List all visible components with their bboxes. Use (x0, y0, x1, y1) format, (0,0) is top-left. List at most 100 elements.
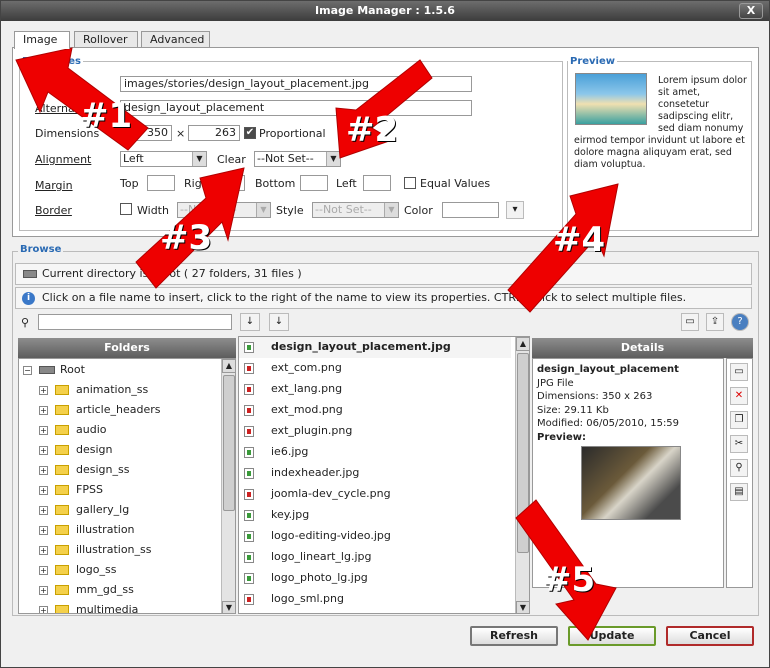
expand-icon[interactable]: + (39, 406, 48, 415)
color-picker-button[interactable]: ▾ (506, 201, 524, 219)
new-folder-icon[interactable]: ▭ (681, 313, 699, 331)
tab-advanced[interactable]: Advanced (141, 31, 210, 48)
border-width-select[interactable]: --Not Set-- ▼ (177, 202, 271, 218)
files-scroll-thumb[interactable] (517, 353, 529, 553)
folder-icon (55, 485, 69, 495)
file-item[interactable]: ext_mod.png (239, 400, 511, 421)
folder-label: FPSS (76, 483, 103, 496)
details-pane: design_layout_placement JPG File Dimensi… (532, 358, 724, 588)
folder-icon (55, 565, 69, 575)
info-text: Click on a file name to insert, click to… (42, 291, 687, 304)
file-name: logo_sml.png (271, 592, 344, 605)
details-modified: Modified: 06/05/2010, 15:59 (537, 418, 680, 429)
chevron-down-icon: ▼ (384, 203, 398, 217)
upload-icon[interactable]: ⇪ (706, 313, 724, 331)
expand-icon[interactable]: + (39, 586, 48, 595)
info-icon: i (22, 292, 35, 305)
sort-files-icon[interactable]: ↓ (269, 313, 289, 331)
alignment-select[interactable]: Left ▼ (120, 151, 207, 167)
file-item[interactable]: logo_sml.png (239, 589, 511, 610)
properties-icon[interactable]: ▤ (730, 483, 748, 501)
expand-icon[interactable]: + (39, 486, 48, 495)
expand-icon[interactable]: + (39, 386, 48, 395)
scroll-up-icon[interactable]: ▲ (516, 337, 529, 351)
insert-icon[interactable]: ▭ (730, 363, 748, 381)
alt-input[interactable]: design_layout_placement (120, 100, 472, 116)
file-item[interactable]: ext_com.png (239, 358, 511, 379)
collapse-icon[interactable]: − (23, 366, 32, 375)
expand-icon[interactable]: + (39, 546, 48, 555)
expand-icon[interactable]: + (39, 446, 48, 455)
margin-left-input[interactable] (363, 175, 391, 191)
delete-icon[interactable]: ✕ (730, 387, 748, 405)
proportional-checkbox[interactable]: ✔ (244, 127, 256, 139)
jpg-file-icon (244, 342, 254, 353)
png-file-icon (244, 405, 254, 416)
scroll-down-icon[interactable]: ▼ (516, 601, 529, 613)
cancel-button[interactable]: Cancel (666, 626, 754, 646)
file-item[interactable]: design_layout_placement.jpg (239, 337, 511, 358)
close-button[interactable]: X (739, 3, 763, 19)
file-item[interactable]: logo_photo_lg.jpg (239, 568, 511, 589)
folder-label: illustration_ss (76, 543, 152, 556)
jpg-file-icon (244, 531, 254, 542)
file-item[interactable]: logo-editing-video.jpg (239, 526, 511, 547)
folder-label: gallery_lg (76, 503, 130, 516)
file-item[interactable]: indexheader.jpg (239, 463, 511, 484)
folders-scrollbar[interactable]: ▲ ▼ (221, 359, 235, 613)
url-input[interactable]: images/stories/design_layout_placement.j… (120, 76, 472, 92)
border-style-select[interactable]: --Not Set-- ▼ (312, 202, 399, 218)
drive-icon (39, 366, 55, 374)
dimensions-label: Dimensions (35, 127, 100, 140)
border-color-input[interactable] (442, 202, 499, 218)
file-name: logo_photo_lg.jpg (271, 571, 368, 584)
height-input[interactable]: 263 (188, 125, 240, 141)
filter-input[interactable] (38, 314, 232, 330)
file-item[interactable]: ext_lang.png (239, 379, 511, 400)
cut-icon[interactable]: ✂ (730, 435, 748, 453)
files-scrollbar[interactable]: ▲ ▼ (515, 337, 529, 613)
refresh-button[interactable]: Refresh (470, 626, 558, 646)
tab-rollover[interactable]: Rollover (74, 31, 138, 48)
zoom-icon[interactable]: ⚲ (730, 459, 748, 477)
update-button[interactable]: Update (568, 626, 656, 646)
margin-right-input[interactable]: 20 (216, 175, 245, 191)
tab-panel: Properties URL images/stories/design_lay… (12, 47, 759, 237)
expand-icon[interactable]: + (39, 506, 48, 515)
file-item[interactable]: key.jpg (239, 505, 511, 526)
tab-image[interactable]: Image (14, 31, 70, 49)
expand-icon[interactable]: + (39, 466, 48, 475)
folders-scroll-thumb[interactable] (223, 375, 235, 511)
expand-icon[interactable]: + (39, 426, 48, 435)
png-file-icon (244, 363, 254, 374)
margin-top-input[interactable] (147, 175, 175, 191)
sort-folders-icon[interactable]: ↓ (240, 313, 260, 331)
alignment-value: Left (123, 152, 144, 165)
width-input[interactable]: 350 (120, 125, 172, 141)
folder-label: design_ss (76, 463, 130, 476)
clear-select[interactable]: --Not Set-- ▼ (254, 151, 341, 167)
border-checkbox[interactable] (120, 203, 132, 215)
details-size: Size: 29.11 Kb (537, 404, 609, 416)
file-name: ext_lang.png (271, 382, 343, 395)
folder-icon (55, 525, 69, 535)
png-file-icon (244, 426, 254, 437)
copy-icon[interactable]: ❐ (730, 411, 748, 429)
scroll-down-icon[interactable]: ▼ (222, 601, 235, 613)
file-item[interactable]: logo_lineart_lg.jpg (239, 547, 511, 568)
equal-values-checkbox[interactable] (404, 177, 416, 189)
details-dimensions: Dimensions: 350 x 263 (537, 391, 653, 402)
expand-icon[interactable]: + (39, 606, 48, 613)
file-item[interactable]: ie6.jpg (239, 442, 511, 463)
jpg-file-icon (244, 447, 254, 458)
scroll-up-icon[interactable]: ▲ (222, 359, 235, 373)
png-file-icon (244, 384, 254, 395)
file-item[interactable]: ext_plugin.png (239, 421, 511, 442)
file-item[interactable]: joomla-dev_cycle.png (239, 484, 511, 505)
margin-bottom-input[interactable] (300, 175, 328, 191)
expand-icon[interactable]: + (39, 526, 48, 535)
help-icon[interactable]: ? (731, 313, 749, 331)
expand-icon[interactable]: + (39, 566, 48, 575)
folder-label: illustration (76, 523, 135, 536)
alt-label: Alternate Text (35, 102, 112, 115)
